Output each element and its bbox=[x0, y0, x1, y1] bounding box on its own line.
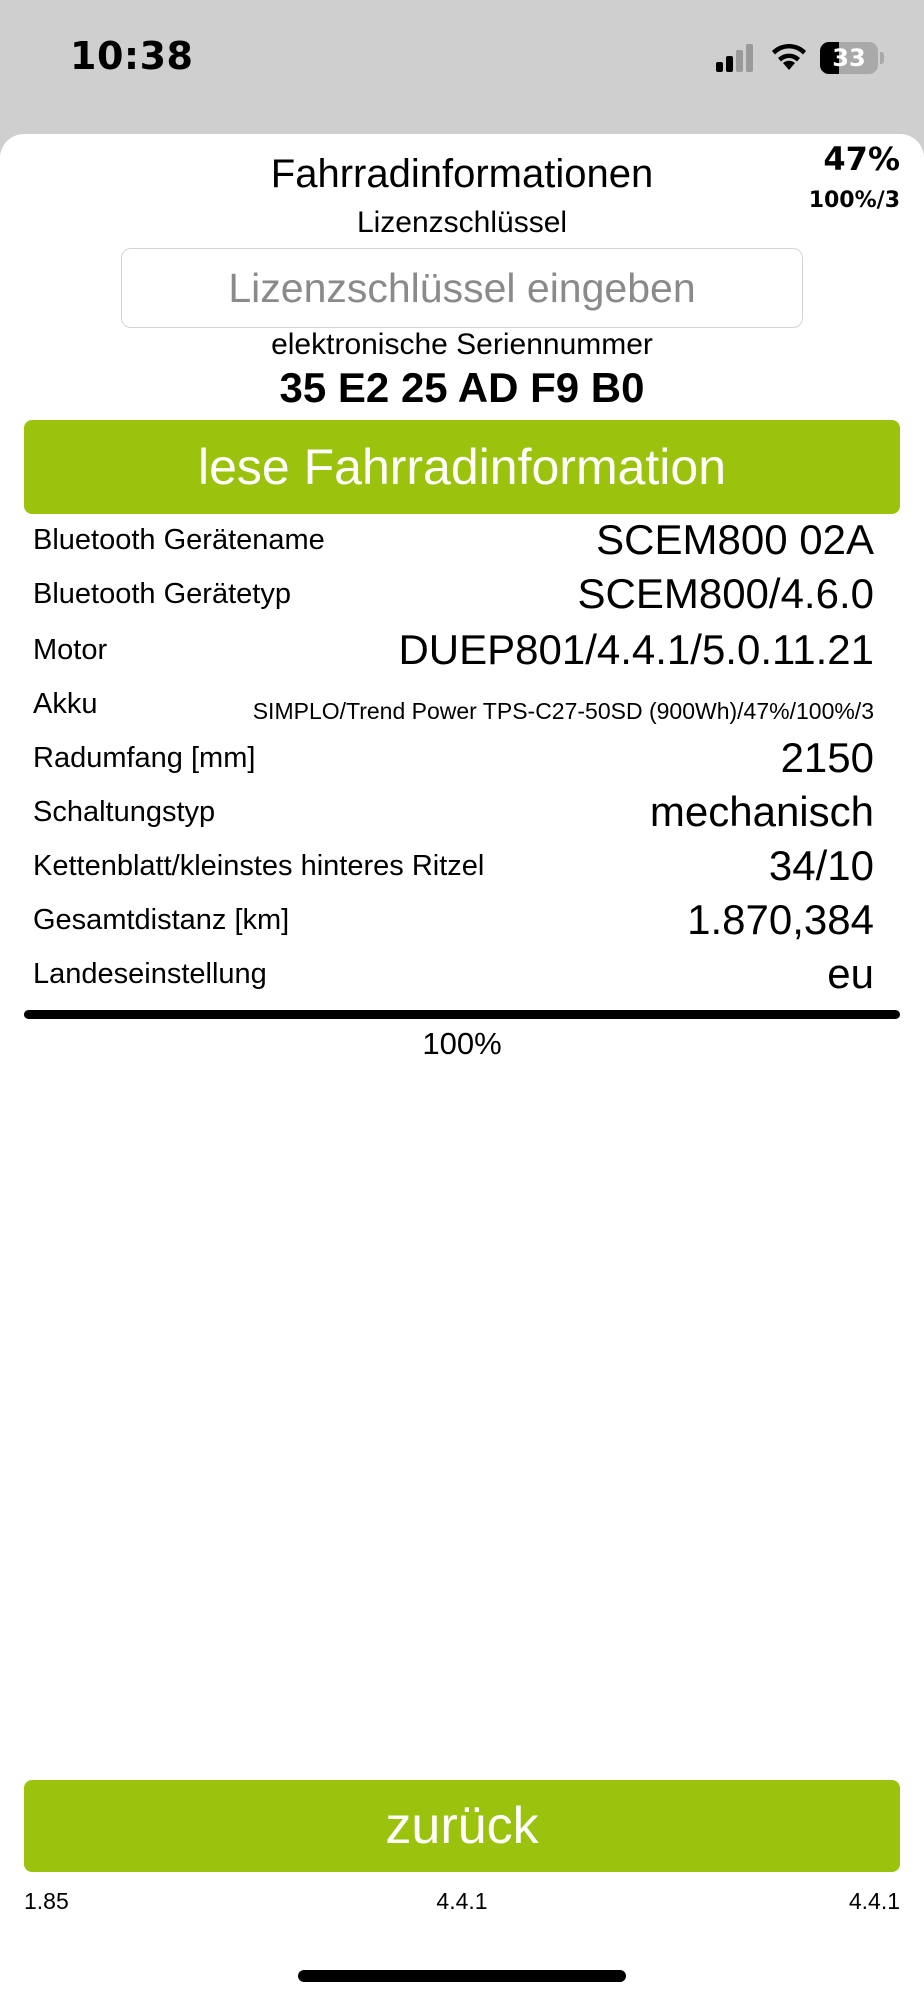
wifi-icon bbox=[772, 43, 806, 70]
row-label-total-distance: Gesamtdistanz [km] bbox=[33, 904, 290, 936]
progress-label: 100% bbox=[422, 1026, 502, 1061]
bike-info-sheet: Fahrradinformationen 47% 100%/3 Lizenzsc… bbox=[0, 134, 924, 2000]
row-value-bt-name: SCEM800 02A bbox=[596, 516, 874, 563]
row-value-shift-type: mechanisch bbox=[649, 788, 874, 835]
status-time: 10:38 bbox=[70, 34, 194, 78]
row-value-chainring-sprocket: 34/10 bbox=[768, 842, 874, 889]
row-value-battery: SIMPLO/Trend Power TPS-C27-50SD (900Wh)/… bbox=[252, 698, 874, 724]
row-label-wheel-circumference: Radumfang [mm] bbox=[33, 742, 256, 774]
bike-battery-percent: 47% bbox=[823, 140, 900, 178]
row-label-shift-type: Schaltungstyp bbox=[33, 796, 216, 828]
progress-bar bbox=[24, 1010, 900, 1019]
row-value-total-distance: 1.870,384 bbox=[687, 896, 874, 943]
battery-icon: 33 bbox=[820, 42, 878, 74]
battery-level-text: 33 bbox=[832, 44, 866, 72]
version-center: 4.4.1 bbox=[436, 1888, 488, 1914]
row-value-wheel-circumference: 2150 bbox=[780, 734, 874, 781]
row-label-country-setting: Landeseinstellung bbox=[33, 958, 267, 990]
license-key-label: Lizenzschlüssel bbox=[356, 206, 568, 239]
row-label-bt-name: Bluetooth Gerätename bbox=[33, 524, 325, 556]
home-indicator[interactable] bbox=[298, 1970, 626, 1982]
row-label-battery: Akku bbox=[33, 688, 98, 720]
license-key-input[interactable] bbox=[121, 248, 803, 328]
status-bar: 10:38 33 bbox=[0, 0, 924, 120]
row-value-motor: DUEP801/4.4.1/5.0.11.21 bbox=[398, 626, 874, 673]
row-label-bt-type: Bluetooth Gerätetyp bbox=[33, 578, 291, 610]
page-title: Fahrradinformationen bbox=[270, 152, 654, 196]
cellular-signal-icon bbox=[716, 44, 753, 72]
row-label-chainring-sprocket: Kettenblatt/kleinstes hinteres Ritzel bbox=[33, 850, 485, 882]
row-value-bt-type: SCEM800/4.6.0 bbox=[577, 570, 874, 617]
serial-number-value: 35 E2 25 AD F9 B0 bbox=[279, 364, 645, 411]
battery-cap bbox=[880, 52, 884, 64]
back-button[interactable]: zurück bbox=[24, 1780, 900, 1872]
row-value-country-setting: eu bbox=[827, 950, 874, 997]
read-bike-info-button[interactable]: lese Fahrradinformation bbox=[24, 420, 900, 514]
serial-number-label: elektronische Seriennummer bbox=[271, 328, 653, 361]
version-right: 4.4.1 bbox=[848, 1888, 900, 1914]
row-label-motor: Motor bbox=[33, 634, 108, 666]
